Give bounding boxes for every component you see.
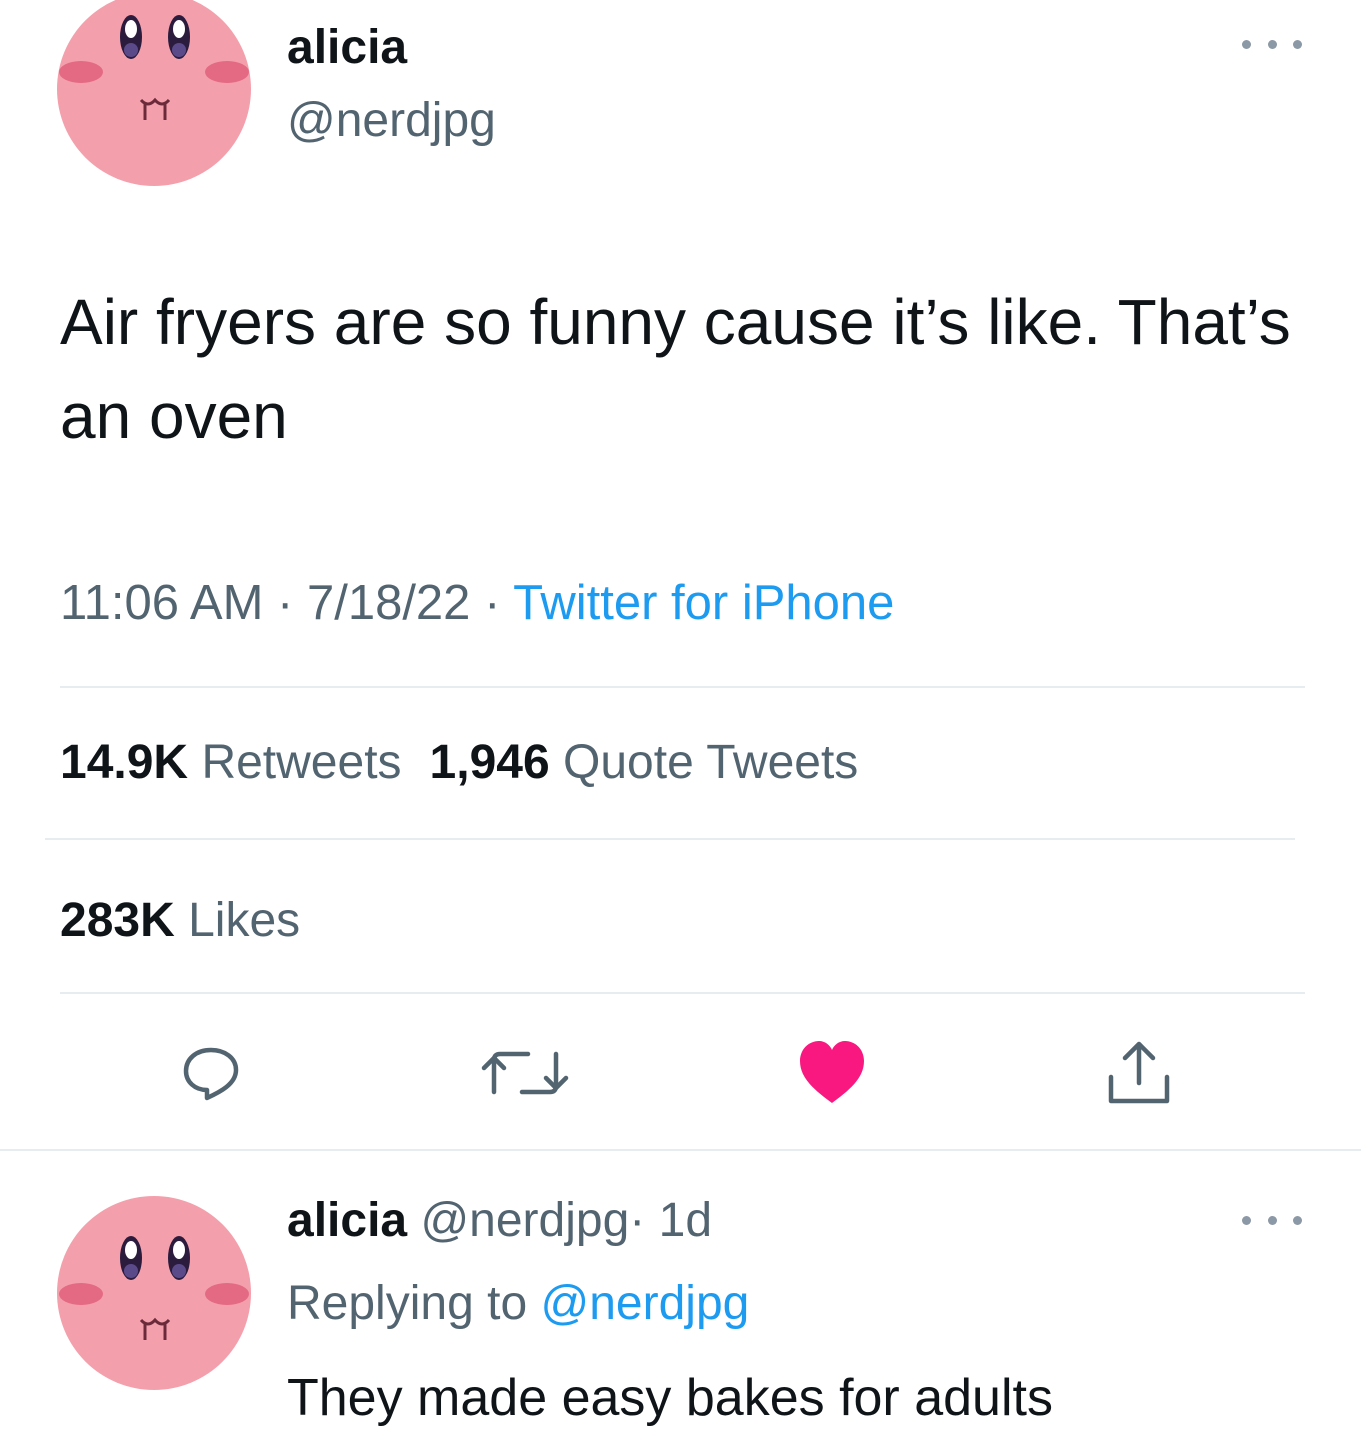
reply-more-options-icon[interactable] [1242, 1208, 1302, 1232]
divider [60, 992, 1305, 994]
meta-separator: · [263, 576, 307, 630]
reply-text: They made easy bakes for adults [287, 1369, 1053, 1427]
tweet-time: 11:06 AM [60, 576, 264, 630]
stats-row: 14.9K Retweets 1,946 Quote Tweets [60, 735, 858, 790]
likes-label: Likes [188, 894, 301, 947]
author-name[interactable]: alicia [287, 20, 407, 75]
retweets-count: 14.9K [60, 736, 189, 789]
reply-age[interactable]: · 1d [629, 1194, 712, 1247]
reply-author-handle[interactable]: @nerdjpg [420, 1194, 629, 1247]
quote-tweets-stat[interactable]: 1,946 Quote Tweets [430, 736, 859, 789]
author-handle[interactable]: @nerdjpg [287, 93, 496, 148]
author-avatar[interactable] [57, 0, 251, 186]
heart-icon[interactable] [796, 1037, 868, 1114]
retweets-stat[interactable]: 14.9K Retweets [60, 736, 402, 789]
reply-author-name[interactable]: alicia [287, 1194, 407, 1247]
more-options-icon[interactable] [1242, 32, 1302, 56]
retweets-label: Retweets [201, 736, 402, 789]
share-icon[interactable] [1103, 1037, 1175, 1114]
quote-tweets-count: 1,946 [429, 736, 550, 789]
likes-count: 283K [60, 894, 175, 947]
reply-author-avatar[interactable] [57, 1196, 251, 1390]
meta-separator: · [470, 576, 514, 630]
tweet-text: Air fryers are so funny cause it’s like.… [60, 286, 1291, 452]
replying-to-label: Replying to [287, 1277, 528, 1330]
likes-stat[interactable]: 283K Likes [60, 893, 300, 948]
quote-tweets-label: Quote Tweets [563, 736, 859, 789]
reply-header: alicia @nerdjpg· 1d [287, 1193, 712, 1248]
divider [0, 1149, 1361, 1151]
retweet-icon[interactable] [480, 1040, 570, 1111]
tweet-source-link[interactable]: Twitter for iPhone [513, 576, 894, 630]
divider [45, 838, 1295, 840]
tweet-meta: 11:06 AM · 7/18/22 · Twitter for iPhone [60, 575, 894, 631]
replying-to: Replying to @nerdjpg [287, 1276, 749, 1331]
replying-to-mention[interactable]: @nerdjpg [540, 1277, 749, 1330]
divider [60, 686, 1305, 688]
reply-bubble-icon[interactable] [178, 1040, 244, 1111]
tweet-date[interactable]: 7/18/22 [307, 576, 471, 630]
